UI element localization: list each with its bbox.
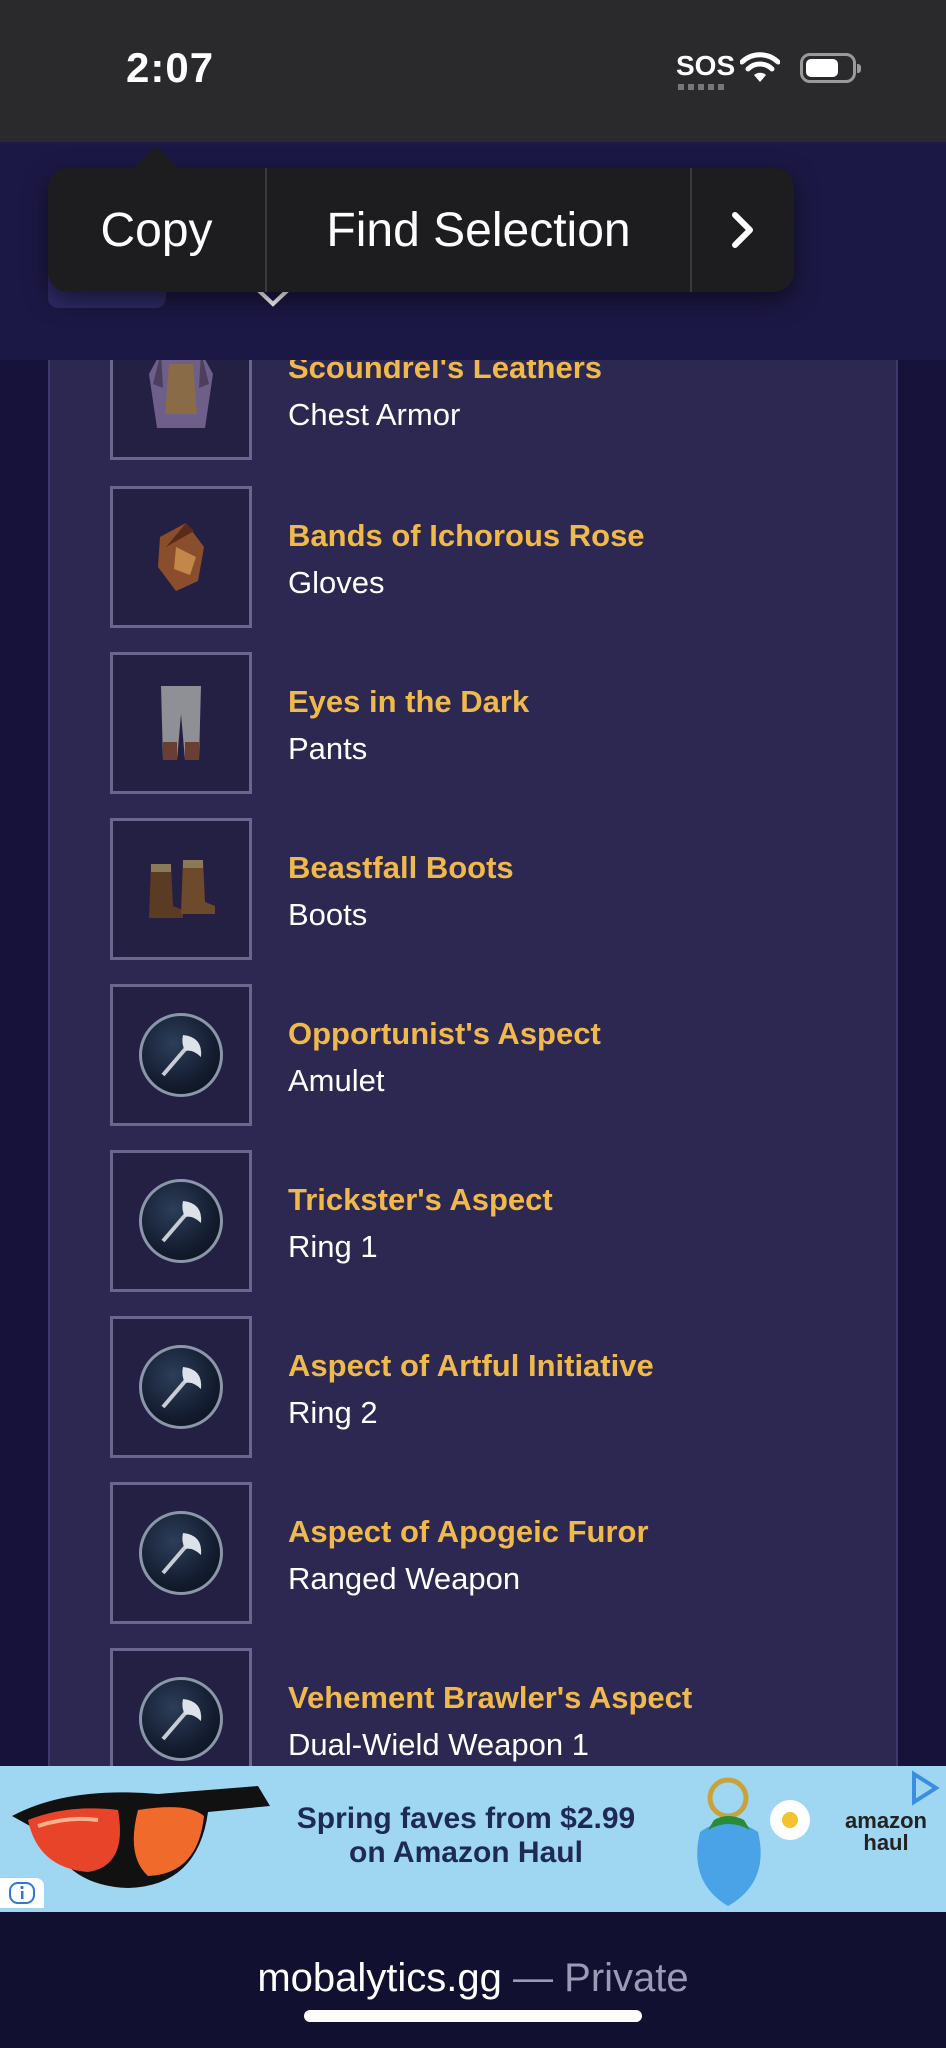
item-name: Aspect of Artful Initiative xyxy=(288,1348,654,1383)
list-item[interactable]: Eyes in the Dark Pants xyxy=(110,652,870,794)
status-time: 2:07 xyxy=(126,44,215,91)
aspect-axe-icon xyxy=(110,984,252,1126)
item-name: Trickster's Aspect xyxy=(288,1182,553,1217)
build-items-panel: Scoundrel's Leathers Chest Armor Bands o… xyxy=(48,360,898,1766)
status-bar: 2:07 SOS xyxy=(0,0,946,142)
item-name: Vehement Brawler's Aspect xyxy=(288,1680,693,1715)
aspect-axe-icon xyxy=(110,1482,252,1624)
home-indicator[interactable] xyxy=(304,2010,642,2022)
ad-choices-icon[interactable] xyxy=(906,1770,942,1806)
strawberry-pin-image xyxy=(697,1777,810,1906)
item-slot: Ranged Weapon xyxy=(288,1561,521,1596)
list-item[interactable]: Scoundrel's Leathers Chest Armor xyxy=(110,360,870,460)
sos-indicator: SOS xyxy=(676,50,736,81)
item-slot: Pants xyxy=(288,731,368,766)
text-selection-menu: Copy Find Selection xyxy=(48,146,794,292)
item-slot: Ring 2 xyxy=(288,1395,378,1430)
find-selection-menu-item[interactable]: Find Selection xyxy=(265,168,692,292)
item-slot: Dual-Wield Weapon 1 xyxy=(288,1727,589,1762)
item-slot: Ring 1 xyxy=(288,1229,378,1264)
chevron-right-icon xyxy=(732,212,753,248)
list-item[interactable]: Bands of Ichorous Rose Gloves xyxy=(110,486,870,628)
chest-armor-icon xyxy=(110,360,252,460)
ad-headline-line1: Spring faves from $2.99 xyxy=(296,1802,636,1835)
battery-icon xyxy=(800,53,861,83)
pants-icon xyxy=(110,652,252,794)
amazon-haul-logo: amazon haul xyxy=(845,1808,927,1855)
aspect-axe-icon xyxy=(110,1316,252,1458)
more-options-button[interactable] xyxy=(692,168,794,292)
list-item[interactable]: Aspect of Artful Initiative Ring 2 xyxy=(110,1316,870,1458)
ad-banner[interactable]: Spring faves from $2.99 on Amazon Haul a… xyxy=(0,1766,946,1912)
item-name: Beastfall Boots xyxy=(288,850,514,885)
item-slot: Amulet xyxy=(288,1063,385,1098)
item-name: Aspect of Apogeic Furor xyxy=(288,1514,649,1549)
url-domain: mobalytics.gg xyxy=(257,1956,502,2000)
item-name: Bands of Ichorous Rose xyxy=(288,518,645,553)
item-name: Opportunist's Aspect xyxy=(288,1016,601,1051)
boots-icon xyxy=(110,818,252,960)
ad-headline: Spring faves from $2.99 on Amazon Haul xyxy=(286,1802,646,1870)
list-item[interactable]: Aspect of Apogeic Furor Ranged Weapon xyxy=(110,1482,870,1624)
item-name: Eyes in the Dark xyxy=(288,684,530,719)
item-slot: Chest Armor xyxy=(288,397,461,432)
list-item[interactable]: Opportunist's Aspect Amulet xyxy=(110,984,870,1126)
private-mode-label: — Private xyxy=(501,1956,689,2000)
wifi-icon xyxy=(740,52,780,82)
aspect-axe-icon xyxy=(110,1648,252,1766)
gloves-icon xyxy=(110,486,252,628)
list-item[interactable]: Beastfall Boots Boots xyxy=(110,818,870,960)
list-item[interactable]: Trickster's Aspect Ring 1 xyxy=(110,1150,870,1292)
ad-info-icon[interactable] xyxy=(0,1878,44,1908)
ad-headline-line2: on Amazon Haul xyxy=(349,1836,583,1869)
item-slot: Boots xyxy=(288,897,368,932)
signal-dots-icon xyxy=(678,84,724,90)
sunglasses-image xyxy=(12,1786,270,1888)
browser-url-bar[interactable]: mobalytics.gg — Private xyxy=(0,1912,946,2048)
item-name: Scoundrel's Leathers xyxy=(288,360,603,385)
url-text[interactable]: mobalytics.gg — Private xyxy=(0,1956,946,2001)
item-slot: Gloves xyxy=(288,565,385,600)
list-item[interactable]: Vehement Brawler's Aspect Dual-Wield Wea… xyxy=(110,1648,870,1766)
copy-menu-item[interactable]: Copy xyxy=(48,168,265,292)
aspect-axe-icon xyxy=(110,1150,252,1292)
